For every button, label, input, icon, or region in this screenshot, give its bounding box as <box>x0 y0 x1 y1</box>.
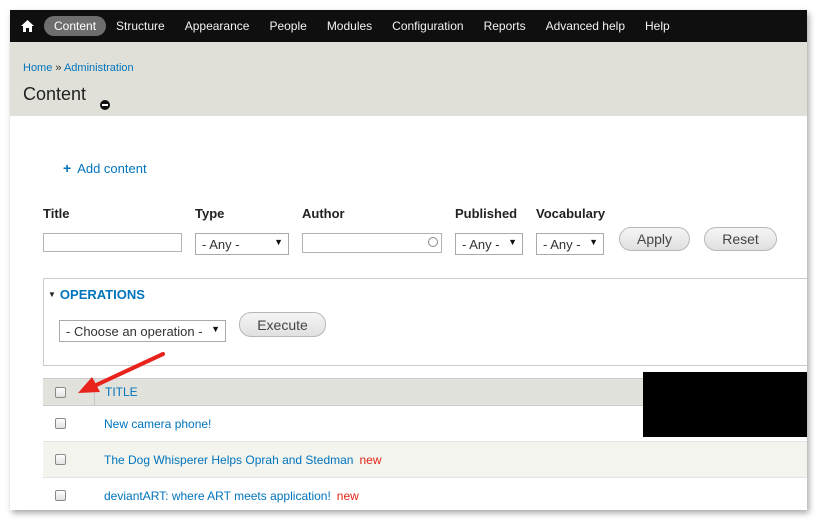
title-filter-label: Title <box>43 206 70 221</box>
page-title: Content <box>23 84 87 104</box>
row-checkbox[interactable] <box>55 490 66 501</box>
triangle-down-icon: ▼ <box>48 290 56 299</box>
type-filter-select[interactable]: - Any - ▼ <box>195 233 289 255</box>
admin-toolbar: Content Structure Appearance People Modu… <box>10 10 807 42</box>
add-content-label: Add content <box>77 161 147 176</box>
dropdown-arrow-icon: ▼ <box>211 324 220 334</box>
plus-icon: + <box>63 160 72 176</box>
title-filter-input[interactable] <box>43 233 182 252</box>
add-content-link[interactable]: + Add content <box>63 161 147 176</box>
operation-select-value: - Choose an operation - <box>66 324 203 339</box>
annotation-arrow-icon <box>78 352 165 393</box>
menu-item-help[interactable]: Help <box>635 16 680 36</box>
menu-item-configuration[interactable]: Configuration <box>382 16 473 36</box>
home-icon[interactable] <box>10 10 44 42</box>
select-all-checkbox[interactable] <box>55 387 66 398</box>
operations-toggle[interactable]: ▼ OPERATIONS <box>48 287 145 302</box>
dropdown-arrow-icon: ▼ <box>274 237 283 247</box>
apply-button[interactable]: Apply <box>619 227 690 251</box>
menu-item-content[interactable]: Content <box>44 16 107 36</box>
menu-item-reports[interactable]: Reports <box>474 16 536 36</box>
row-title-link[interactable]: New camera phone! <box>104 417 211 431</box>
vocabulary-filter-value: - Any - <box>543 237 581 252</box>
page-header: Home » Administration Content <box>10 42 807 116</box>
published-filter-select[interactable]: - Any - ▼ <box>455 233 523 255</box>
breadcrumb: Home » Administration <box>23 62 134 74</box>
author-filter-input[interactable] <box>302 233 442 253</box>
row-title-text: New camera phone! <box>104 417 212 431</box>
execute-button[interactable]: Execute <box>239 312 326 337</box>
menu-item-structure[interactable]: Structure <box>106 16 175 36</box>
breadcrumb-home-link[interactable]: Home <box>23 62 52 74</box>
reset-button[interactable]: Reset <box>704 227 777 251</box>
author-filter-label: Author <box>302 206 345 221</box>
type-filter-value: - Any - <box>202 237 240 252</box>
breadcrumb-administration-link[interactable]: Administration <box>64 62 134 74</box>
new-badge: new <box>359 453 382 467</box>
menu-item-advanced-help[interactable]: Advanced help <box>536 16 635 36</box>
row-title-link[interactable]: deviantART: where ART meets application!… <box>104 489 359 503</box>
row-checkbox[interactable] <box>55 418 66 429</box>
published-filter-value: - Any - <box>462 237 500 252</box>
row-title-link[interactable]: The Dog Whisperer Helps Oprah and Stedma… <box>104 453 381 467</box>
new-badge: new <box>336 489 359 503</box>
breadcrumb-separator: » <box>52 62 64 74</box>
autocomplete-icon <box>428 237 438 247</box>
published-filter-label: Published <box>455 206 518 221</box>
operation-select[interactable]: - Choose an operation - ▼ <box>59 320 226 342</box>
menu-item-modules[interactable]: Modules <box>317 16 382 36</box>
menu-item-appearance[interactable]: Appearance <box>175 16 260 36</box>
redaction-block <box>643 372 807 437</box>
row-title-text: deviantART: where ART meets application! <box>104 489 331 503</box>
dropdown-arrow-icon: ▼ <box>508 237 517 247</box>
menu-item-people[interactable]: People <box>259 16 316 36</box>
vocabulary-filter-label: Vocabulary <box>536 206 606 221</box>
operations-legend: OPERATIONS <box>59 287 145 302</box>
vocabulary-filter-select[interactable]: - Any - ▼ <box>536 233 604 255</box>
table-row: The Dog Whisperer Helps Oprah and Stedma… <box>43 442 807 478</box>
dropdown-arrow-icon: ▼ <box>589 237 598 247</box>
type-filter-label: Type <box>195 206 225 221</box>
minus-circle-icon[interactable] <box>100 100 110 110</box>
table-row: deviantART: where ART meets application!… <box>43 478 807 510</box>
row-checkbox[interactable] <box>55 454 66 465</box>
browser-frame: Content Structure Appearance People Modu… <box>10 10 807 510</box>
row-title-text: The Dog Whisperer Helps Oprah and Stedma… <box>104 453 354 467</box>
